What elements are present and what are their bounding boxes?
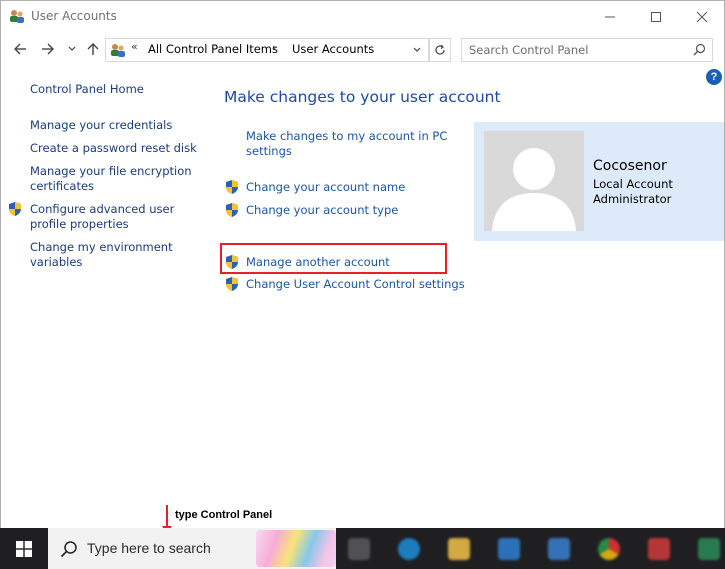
- file-explorer-icon[interactable]: [448, 538, 470, 560]
- annotation-arrow: [166, 505, 168, 528]
- chevron-down-icon[interactable]: [412, 45, 422, 55]
- annotation-label: type Control Panel: [175, 509, 273, 521]
- sidebar-item-advanced-profile-line2[interactable]: profile properties: [30, 217, 129, 232]
- sidebar-item-manage-credentials[interactable]: Manage your credentials: [30, 118, 172, 133]
- search-input[interactable]: Search Control Panel: [461, 38, 713, 62]
- taskbar-search-placeholder: Type here to search: [87, 540, 211, 556]
- navigation-bar: « All Control Panel Items › User Account…: [1, 33, 724, 65]
- taskbar: Type here to search: [0, 528, 725, 569]
- window-title: User Accounts: [31, 9, 117, 23]
- title-bar[interactable]: User Accounts: [1, 1, 724, 32]
- sidebar-item-password-reset-disk[interactable]: Create a password reset disk: [30, 141, 197, 156]
- refresh-icon: [435, 44, 445, 55]
- user-accounts-window: User Accounts « All Control Panel Items …: [0, 0, 725, 529]
- maximize-button[interactable]: [634, 1, 678, 32]
- help-button[interactable]: ?: [706, 69, 722, 85]
- uac-shield-icon: [226, 255, 238, 269]
- uac-shield-icon: [9, 202, 21, 216]
- chevron-down-icon: [68, 46, 76, 51]
- page-title: Make changes to your user account: [224, 88, 501, 106]
- sidebar-item-advanced-profile[interactable]: Configure advanced user: [30, 202, 174, 217]
- account-name: Cocosenor: [593, 158, 667, 174]
- user-accounts-icon: [111, 44, 125, 57]
- account-role: Administrator: [593, 192, 672, 206]
- uac-shield-icon: [226, 277, 238, 291]
- minimize-icon: [605, 16, 615, 17]
- app-icon[interactable]: [698, 538, 720, 560]
- minimize-button[interactable]: [588, 1, 632, 32]
- sidebar-item-control-panel-home[interactable]: Control Panel Home: [30, 82, 144, 97]
- link-change-account-name[interactable]: Change your account name: [246, 180, 405, 195]
- account-card: Cocosenor Local Account Administrator: [474, 122, 724, 241]
- mail-icon[interactable]: [498, 538, 520, 560]
- search-highlight-illustration: [256, 530, 336, 567]
- app-icon[interactable]: [648, 538, 670, 560]
- back-button[interactable]: [11, 40, 29, 58]
- link-change-account-type[interactable]: Change your account type: [246, 203, 398, 218]
- link-uac-settings[interactable]: Change User Account Control settings: [246, 277, 465, 292]
- search-placeholder: Search Control Panel: [469, 43, 589, 57]
- recent-locations-button[interactable]: [63, 40, 81, 58]
- account-type: Local Account: [593, 177, 673, 191]
- search-icon: [693, 43, 706, 56]
- refresh-button[interactable]: [429, 38, 451, 62]
- search-icon: [60, 541, 77, 558]
- breadcrumb-user-accounts[interactable]: User Accounts: [292, 42, 374, 56]
- start-icon: [16, 540, 32, 557]
- user-silhouette-icon: [484, 131, 584, 231]
- taskbar-search-box[interactable]: Type here to search: [48, 528, 336, 569]
- maximize-icon: [651, 11, 661, 22]
- sidebar-item-file-encryption-line2[interactable]: certificates: [30, 179, 94, 194]
- up-button[interactable]: [84, 40, 102, 58]
- sidebar-item-file-encryption[interactable]: Manage your file encryption: [30, 164, 192, 179]
- link-pc-settings[interactable]: Make changes to my account in PC: [246, 129, 447, 144]
- address-bar[interactable]: « All Control Panel Items › User Account…: [105, 38, 429, 62]
- uac-shield-icon: [226, 203, 238, 217]
- close-button[interactable]: [680, 1, 724, 32]
- user-accounts-icon: [10, 10, 24, 23]
- store-icon[interactable]: [548, 538, 570, 560]
- breadcrumb-separator[interactable]: ›: [272, 41, 276, 54]
- link-pc-settings-line2[interactable]: settings: [246, 144, 292, 159]
- task-view-icon[interactable]: [348, 538, 370, 560]
- uac-shield-icon: [226, 180, 238, 194]
- edge-icon[interactable]: [398, 538, 420, 560]
- link-manage-another-account[interactable]: Manage another account: [246, 255, 390, 270]
- chrome-icon[interactable]: [598, 538, 620, 560]
- breadcrumb-all-control-panel-items[interactable]: All Control Panel Items: [148, 42, 278, 56]
- up-arrow-icon: [87, 43, 99, 55]
- start-button[interactable]: [0, 528, 48, 569]
- close-icon: [696, 11, 708, 22]
- forward-arrow-icon: [42, 43, 54, 55]
- back-arrow-icon: [14, 43, 26, 55]
- forward-button[interactable]: [39, 40, 57, 58]
- sidebar-item-environment-variables-line2[interactable]: variables: [30, 255, 82, 270]
- avatar: [484, 131, 584, 231]
- breadcrumb-overflow[interactable]: «: [131, 40, 138, 53]
- sidebar-item-environment-variables[interactable]: Change my environment: [30, 240, 173, 255]
